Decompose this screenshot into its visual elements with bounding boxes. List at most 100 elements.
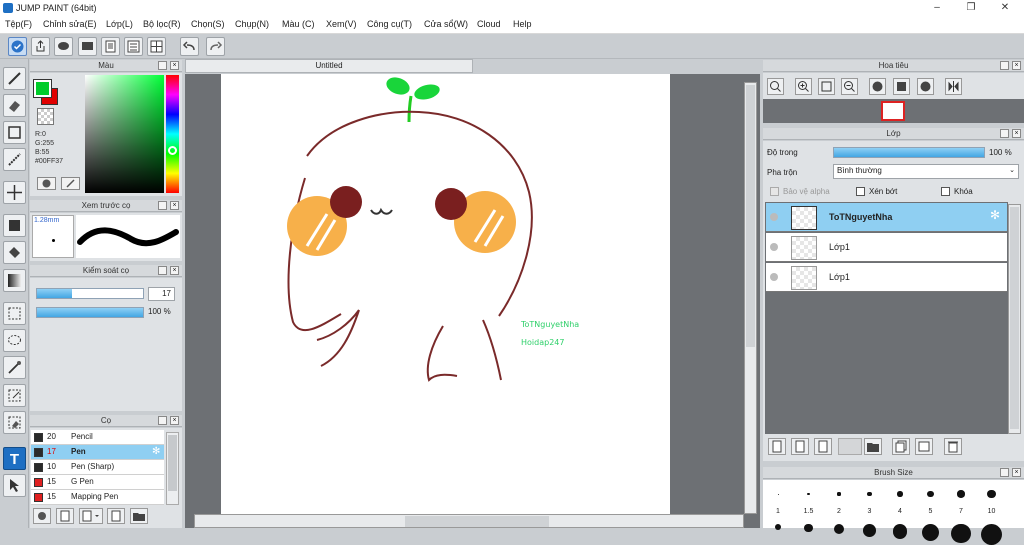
brush-size-preset-dot-large[interactable] <box>892 524 908 539</box>
grid-icon[interactable] <box>147 37 166 56</box>
canvas-paper[interactable]: ToTNguyetNha Hoidap247 <box>221 74 670 516</box>
rect-select-tool-icon[interactable] <box>3 121 26 144</box>
share-icon[interactable] <box>31 37 50 56</box>
brush-tool-icon[interactable] <box>3 67 26 90</box>
brush-size-input[interactable]: 17 <box>148 287 175 301</box>
delete-layer-icon[interactable] <box>944 438 962 455</box>
undock-icon[interactable] <box>1000 129 1009 138</box>
message-icon[interactable] <box>78 37 97 56</box>
menu-layer[interactable]: Lớp(L) <box>106 19 133 29</box>
maximize-button[interactable]: ❐ <box>954 0 988 17</box>
menu-edit[interactable]: Chỉnh sửa(E) <box>43 19 97 29</box>
canvas-horizontal-scrollbar[interactable] <box>194 514 744 528</box>
brush-size-preset-dot[interactable] <box>927 490 934 498</box>
brush-item[interactable]: 20 Pencil <box>31 430 164 445</box>
redo-icon[interactable] <box>206 37 225 56</box>
select-eraser-tool-icon[interactable] <box>3 411 26 434</box>
navigator-viewport[interactable] <box>881 101 905 121</box>
layer-row-selected[interactable]: ToTNguyetNha ✻ <box>766 203 1007 232</box>
brush-folder-icon[interactable] <box>130 508 148 524</box>
lock-checkbox[interactable] <box>941 187 950 196</box>
clipping-checkbox[interactable] <box>856 187 865 196</box>
lasso-tool-icon[interactable] <box>3 329 26 352</box>
foreground-color-swatch[interactable] <box>33 79 52 98</box>
reset-rotation-icon[interactable] <box>893 78 910 95</box>
palette-icon[interactable] <box>37 177 56 190</box>
brush-opacity-slider[interactable] <box>36 307 144 318</box>
gradient-tool-icon[interactable] <box>3 269 26 292</box>
settings-gear-icon[interactable]: ✻ <box>152 445 160 459</box>
menu-filter[interactable]: Bộ lọc(R) <box>143 19 181 29</box>
menu-select[interactable]: Chọn(S) <box>191 19 225 29</box>
document-icon[interactable] <box>101 37 120 56</box>
layer-settings-gear-icon[interactable]: ✻ <box>990 208 1000 222</box>
brush-size-preset-dot-large[interactable] <box>833 524 845 535</box>
menu-view[interactable]: Xem(V) <box>326 19 357 29</box>
zoom-in-icon[interactable] <box>795 78 812 95</box>
close-button[interactable]: ✕ <box>988 0 1022 17</box>
select-pen-tool-icon[interactable] <box>3 384 26 407</box>
canvas-tab[interactable]: Untitled <box>185 59 473 73</box>
undock-icon[interactable] <box>158 416 167 425</box>
folder-icon[interactable] <box>864 438 882 455</box>
brush-item[interactable]: 15 Mapping Pen <box>31 490 164 505</box>
new-brush-icon[interactable] <box>56 508 74 524</box>
brush-property-icon[interactable] <box>107 508 125 524</box>
navigator-preview-area[interactable] <box>763 99 1024 123</box>
zoom-out-icon[interactable] <box>841 78 858 95</box>
brush-size-preset-dot-large[interactable] <box>980 524 1003 545</box>
undock-icon[interactable] <box>158 61 167 70</box>
flip-horizontal-icon[interactable] <box>945 78 962 95</box>
undock-icon[interactable] <box>1000 468 1009 477</box>
scrollbar-thumb[interactable] <box>1010 207 1019 429</box>
brush-size-preset-dot-large[interactable] <box>951 524 971 544</box>
brush-list-scrollbar[interactable] <box>166 432 179 505</box>
panel-close-icon[interactable]: × <box>170 266 179 275</box>
minimize-button[interactable]: – <box>920 0 954 17</box>
bucket-tool-icon[interactable] <box>3 241 26 264</box>
menu-help[interactable]: Help <box>513 19 532 29</box>
brush-settings-icon[interactable] <box>33 508 51 524</box>
layer-row[interactable]: Lớp1 <box>766 233 1007 262</box>
zoom-fit-icon[interactable] <box>767 78 784 95</box>
protect-alpha-checkbox[interactable] <box>770 187 779 196</box>
visibility-eye-icon[interactable] <box>770 243 778 251</box>
text-tool-icon[interactable]: T <box>3 447 26 470</box>
undock-icon[interactable] <box>158 266 167 275</box>
panel-close-icon[interactable]: × <box>170 416 179 425</box>
blend-mode-select[interactable]: Bình thường ⌄ <box>833 164 1019 179</box>
hue-slider[interactable] <box>166 75 179 193</box>
menu-color[interactable]: Màu (C) <box>282 19 315 29</box>
layer-row[interactable]: Lớp1 <box>766 263 1007 292</box>
rotate-right-icon[interactable] <box>917 78 934 95</box>
brush-size-preset-dot-large[interactable] <box>863 524 876 537</box>
undo-icon[interactable] <box>180 37 199 56</box>
list-icon[interactable] <box>124 37 143 56</box>
undock-icon[interactable] <box>158 201 167 210</box>
transparent-color-swatch[interactable] <box>37 108 54 125</box>
scrollbar-thumb[interactable] <box>746 85 755 347</box>
visibility-eye-icon[interactable] <box>770 273 778 281</box>
sync-icon[interactable] <box>8 37 27 56</box>
new-text-layer-icon[interactable] <box>814 438 832 455</box>
brush-size-preset-dot[interactable] <box>837 492 841 496</box>
magic-wand-tool-icon[interactable] <box>3 356 26 379</box>
new-layer-icon[interactable] <box>768 438 786 455</box>
saturation-value-picker[interactable] <box>85 75 164 193</box>
fill-rect-tool-icon[interactable] <box>3 214 26 237</box>
brush-item[interactable]: 10 Pen (Sharp) <box>31 460 164 475</box>
canvas-vertical-scrollbar[interactable] <box>744 82 757 514</box>
menu-window[interactable]: Cửa sổ(W) <box>424 19 468 29</box>
brush-size-preset-dot[interactable] <box>867 491 872 497</box>
dot-brush-tool-icon[interactable] <box>3 148 26 171</box>
brush-size-preset-dot[interactable] <box>777 493 779 495</box>
marquee-tool-icon[interactable] <box>3 302 26 325</box>
panel-close-icon[interactable]: × <box>1012 468 1021 477</box>
eraser-tool-icon[interactable] <box>3 94 26 117</box>
duplicate-layer-icon[interactable] <box>892 438 910 455</box>
new-raster-layer-icon[interactable] <box>791 438 809 455</box>
panel-close-icon[interactable]: × <box>170 201 179 210</box>
undock-icon[interactable] <box>1000 61 1009 70</box>
brush-size-preset-dot[interactable] <box>897 491 903 497</box>
brush-size-slider[interactable] <box>36 288 144 299</box>
